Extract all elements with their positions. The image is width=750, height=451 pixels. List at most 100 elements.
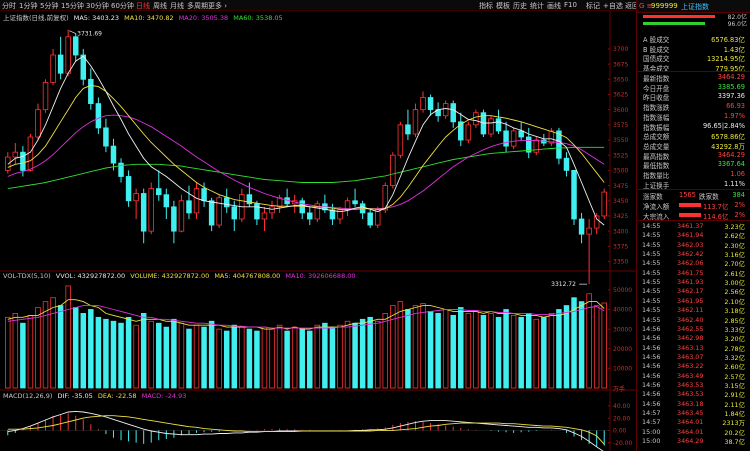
volume-bar (269, 328, 275, 389)
candle-body (208, 200, 215, 226)
tick-time: 14:56 (642, 380, 661, 389)
tick-vol: 1.84亿 (724, 410, 745, 418)
quote-value: 3397.36 (717, 92, 745, 101)
tick-price: 3463.53 (677, 390, 704, 399)
tick-vol: 2.78亿 (724, 344, 745, 353)
volume-bar (231, 324, 238, 389)
tick-time: 14:56 (642, 324, 661, 333)
volume-axis-tick-label-4: 10000 (613, 366, 632, 373)
candle-body (216, 197, 222, 226)
tick-vol: 2.56亿 (724, 288, 745, 297)
tick-time: 14:56 (642, 334, 661, 343)
tick-price: 3464.01 (677, 427, 704, 436)
quote-label: 今日开盘 (643, 84, 670, 93)
up-count: 1565 (679, 191, 696, 199)
menu-item-7[interactable]: +自选 (603, 1, 623, 11)
volume-bar (503, 309, 509, 389)
candle-body (412, 109, 419, 135)
volume-bar (397, 301, 404, 389)
stock-chart[interactable]: 3700 3675 3650 3625 3600 3575 3550 3525 3500 3475… (0, 11, 636, 451)
volume-bar (458, 307, 464, 389)
menu-item-4[interactable]: 画线 (547, 1, 561, 11)
tick-vol: 2.85亿 (724, 316, 745, 325)
menu-item-6[interactable]: 标记 (586, 1, 600, 11)
candle-body (140, 193, 147, 232)
volume-bar (110, 320, 117, 389)
price-axis-tick-label-4: 3600 (613, 107, 628, 114)
tick-price: 3463.18 (677, 399, 704, 408)
price-axis-tick-label-7: 3525 (613, 152, 628, 159)
tick-vol: 2.70亿 (724, 260, 745, 269)
period-tab-4[interactable]: 30分钟 (86, 1, 109, 11)
tick-time: 14:55 (642, 259, 661, 268)
period-tab-10[interactable]: 更多 › (208, 1, 227, 11)
flow-indicator-bar (679, 212, 701, 217)
flow-row: 净流入额 113.7亿 2% (639, 201, 749, 211)
menu-item-2[interactable]: 历史 (513, 1, 527, 11)
g-icon: G ≡ (639, 2, 653, 10)
candle-body (72, 36, 79, 56)
quote-value: 3464.29 (717, 150, 745, 159)
price-axis-tick-label-13: 3375 (613, 244, 628, 251)
tick-row: 14:56 3463.13 2.78亿 (639, 344, 749, 353)
high-marker-label: 3731.69 (77, 31, 102, 38)
period-tab-0[interactable]: 分时 (2, 1, 16, 11)
period-tab-1[interactable]: 1分钟 (19, 1, 37, 11)
period-tab-5[interactable]: 60分钟 (111, 1, 134, 11)
menu-item-3[interactable]: 统计 (530, 1, 544, 11)
price-axis-tick-label-1: 3675 (613, 61, 628, 68)
tick-row: 14:57 3464.01 2313万 (639, 418, 749, 427)
candle-body (5, 156, 11, 171)
tick-price: 3463.07 (677, 352, 704, 361)
quote-row: 昨日收盘 3397.36 (639, 92, 749, 102)
tick-time: 14:55 (642, 306, 661, 315)
tick-row: 14:56 3463.53 2.91亿 (639, 390, 749, 399)
candle-body (95, 103, 102, 129)
volume-bar (525, 313, 532, 389)
tick-row: 14:55 3461.37 3.23亿 (639, 222, 749, 231)
tick-row: 15:00 3464.01 20.2亿 (639, 428, 749, 437)
quote-row: 指数振幅 96.65|2.84% (639, 122, 749, 132)
volume-bar (276, 324, 283, 389)
tick-time: 14:56 (642, 343, 661, 352)
tick-time: 14:57 (642, 409, 661, 417)
candle-body (367, 212, 373, 226)
macd-axis-tick-label-3: -20.00 (613, 440, 633, 447)
tick-vol: 2.11亿 (724, 400, 745, 409)
candle-body (307, 212, 313, 220)
tick-price: 3461.75 (677, 268, 704, 277)
quote-label: 指数振幅 (643, 123, 670, 132)
period-tab-3[interactable]: 15分钟 (61, 1, 84, 11)
quote-label: 总成交额 (643, 133, 670, 142)
tick-price: 3462.42 (677, 250, 704, 259)
period-tab-2[interactable]: 5分钟 (40, 1, 58, 11)
period-tab-6[interactable]: 日线 (136, 1, 150, 11)
volume-bar (337, 324, 343, 389)
volume-bar (133, 324, 139, 389)
menu-item-1[interactable]: 模板 (496, 1, 510, 11)
flow-value: 113.7亿 (703, 203, 729, 211)
volume-unit-label: 万手 (613, 385, 625, 393)
candle-body (571, 169, 577, 220)
volume-bar (239, 326, 245, 389)
tick-vol: 2.61亿 (724, 269, 745, 278)
volume-bar (495, 316, 502, 389)
tick-row: 14:55 3462.40 2.85亿 (639, 316, 749, 325)
volume-bar (57, 305, 64, 389)
candle-body (35, 109, 41, 138)
quote-value: 3367.64 (717, 160, 745, 169)
period-toolbar: 分时 1分钟 5分钟 15分钟 30分钟 60分钟 日线 周线 月线 多周期 更多 › 指标 模板 历史… (0, 0, 639, 11)
quote-row: 最低指数 3367.64 (639, 160, 749, 170)
candle-body (103, 127, 109, 147)
quote-panel: 999999 上证指数 G ≡ 82.0亿 96.0亿 A 股成交 6576.83亿… (636, 0, 750, 451)
quote-label: 最高指数 (643, 152, 670, 161)
menu-item-5[interactable]: F10 (564, 1, 577, 9)
period-tab-7[interactable]: 周线 (153, 1, 167, 11)
candle-body (57, 54, 64, 74)
period-tab-8[interactable]: 月线 (170, 1, 184, 11)
macd-axis-tick-label-0: 40.00 (613, 403, 630, 410)
menu-item-0[interactable]: 指标 (479, 1, 493, 11)
period-tab-9[interactable]: 多周期 (187, 1, 208, 11)
quote-value: 6578.86亿 (711, 133, 745, 142)
candle-body (427, 97, 434, 111)
